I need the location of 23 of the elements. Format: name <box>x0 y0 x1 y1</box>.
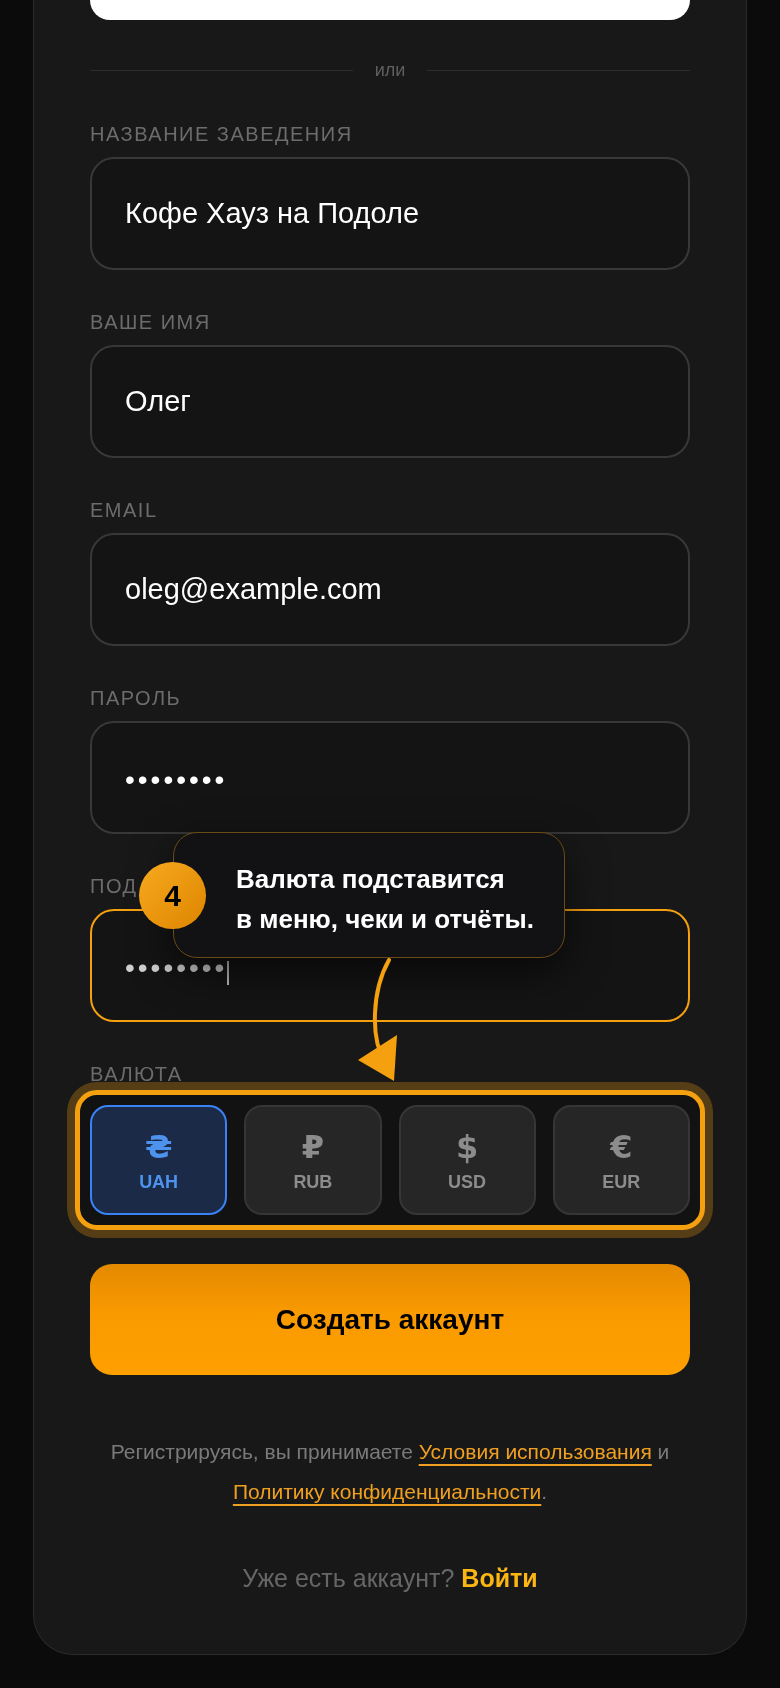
legal-link[interactable]: Политику конфиденциальности <box>232 1480 542 1503</box>
currency-option[interactable]: $ USD <box>398 1105 536 1215</box>
field-label: ВАШЕ ИМЯ <box>90 310 211 334</box>
field-label: НАЗВАНИЕ ЗАВЕДЕНИЯ <box>90 122 353 146</box>
input-field[interactable]: Олег <box>90 345 690 458</box>
input-field[interactable]: oleg@example.com <box>90 533 690 646</box>
top-button[interactable] <box>90 0 690 20</box>
field-label: ПАРОЛЬ <box>90 686 182 710</box>
divider-text: или <box>374 59 406 82</box>
input-field[interactable]: •••••••• <box>90 721 690 834</box>
terms-text: Регистрируясь, вы принимаете Условия использования и Политику конфиденциальности. <box>109 1439 671 1505</box>
input-field[interactable]: Кофе Хауз на Подоле <box>90 157 690 270</box>
currency-option[interactable]: ₽ RUB <box>244 1105 382 1215</box>
legal-link[interactable]: Условия использования <box>418 1440 652 1463</box>
create-account-button[interactable]: Создать аккаунт <box>90 1264 690 1375</box>
currency-option[interactable]: ₴ UAH <box>90 1105 228 1215</box>
field-label: ВАЛЮТА <box>90 1062 183 1086</box>
login-link[interactable]: Войти <box>461 1564 538 1592</box>
text-cursor-icon <box>227 960 230 985</box>
currency-option[interactable]: € EUR <box>552 1105 690 1215</box>
login-prompt: Уже есть аккаунт? Войти <box>241 1563 539 1594</box>
field-label: ПОД <box>90 874 138 898</box>
field-label: EMAIL <box>90 498 158 522</box>
